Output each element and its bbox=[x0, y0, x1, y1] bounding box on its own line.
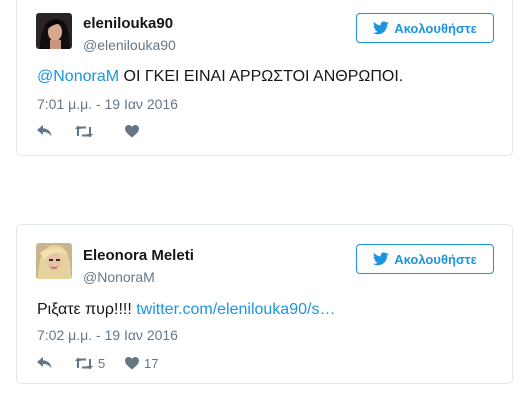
twitter-bird-icon bbox=[373, 252, 389, 266]
user-handle[interactable]: @NonoraM bbox=[83, 269, 155, 285]
tweet-card: elenilouka90 @elenilouka90 Ακολουθήστε @… bbox=[16, 0, 513, 156]
like-button[interactable]: 17 bbox=[125, 356, 165, 371]
reply-button[interactable] bbox=[37, 125, 75, 137]
retweet-icon bbox=[75, 357, 93, 369]
tweet-text: Ριξατε πυρ!!!! twitter.com/elenilouka90/… bbox=[37, 301, 335, 319]
user-mention[interactable]: @NonoraM bbox=[37, 68, 119, 85]
avatar[interactable] bbox=[36, 243, 72, 279]
tweet-body: Ριξατε πυρ!!!! bbox=[37, 301, 137, 318]
tweet-link[interactable]: twitter.com/elenilouka90/s… bbox=[136, 301, 335, 318]
tweet-timestamp[interactable]: 7:02 μ.μ. - 19 Ιαν 2016 bbox=[37, 327, 178, 343]
avatar[interactable] bbox=[36, 13, 72, 49]
display-name[interactable]: Eleonora Meleti bbox=[83, 247, 194, 264]
user-handle[interactable]: @elenilouka90 bbox=[83, 37, 176, 53]
retweet-icon bbox=[75, 125, 93, 137]
display-name[interactable]: elenilouka90 bbox=[83, 15, 173, 32]
twitter-bird-icon bbox=[373, 21, 389, 35]
tweet-card: Eleonora Meleti @NonoraM Ακολουθήστε Ριξ… bbox=[16, 224, 513, 384]
tweet-actions bbox=[37, 121, 165, 141]
retweet-button[interactable] bbox=[75, 125, 125, 138]
follow-button-label: Ακολουθήστε bbox=[394, 251, 477, 267]
reply-button[interactable] bbox=[37, 357, 75, 369]
retweet-count: 5 bbox=[98, 355, 106, 371]
tweet-timestamp[interactable]: 7:01 μ.μ. - 19 Ιαν 2016 bbox=[37, 96, 178, 112]
reply-icon bbox=[37, 357, 52, 369]
tweet-body: ΟΙ ΓΚΕΙ ΕΙΝΑΙ ΑΡΡΩΣΤΟΙ ΑΝΘΡΩΠΟΙ. bbox=[119, 68, 404, 85]
heart-icon bbox=[125, 124, 139, 137]
follow-button[interactable]: Ακολουθήστε bbox=[356, 13, 494, 43]
follow-button-label: Ακολουθήστε bbox=[394, 20, 477, 36]
like-button[interactable] bbox=[125, 124, 165, 138]
tweet-text: @NonoraM ΟΙ ΓΚΕΙ ΕΙΝΑΙ ΑΡΡΩΣΤΟΙ ΑΝΘΡΩΠΟΙ… bbox=[37, 68, 403, 86]
heart-icon bbox=[125, 356, 139, 369]
reply-icon bbox=[37, 125, 52, 137]
follow-button[interactable]: Ακολουθήστε bbox=[356, 244, 494, 274]
like-count: 17 bbox=[144, 355, 159, 371]
tweet-actions: 5 17 bbox=[37, 353, 165, 373]
retweet-button[interactable]: 5 bbox=[75, 356, 125, 371]
